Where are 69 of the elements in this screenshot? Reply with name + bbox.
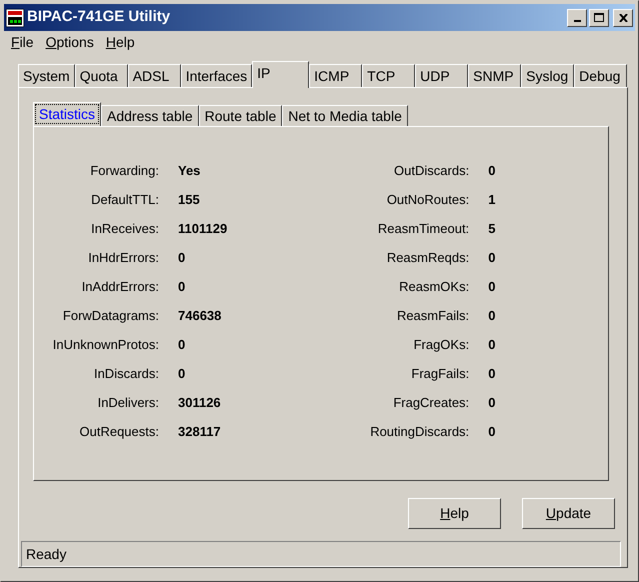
stat-value: 328117	[178, 423, 221, 442]
menu-item[interactable]: Help	[100, 32, 141, 52]
stat-label: InUnknownProtos:	[52, 336, 159, 354]
stat-label: ReasmFails:	[396, 307, 470, 326]
maximize-button[interactable]	[589, 8, 609, 26]
app-icon	[6, 8, 24, 26]
stat-label: InHdrErrors:	[87, 249, 159, 268]
stat-label: InDelivers:	[96, 394, 159, 412]
tab[interactable]: UDP	[415, 64, 468, 87]
stat-value: 0	[178, 278, 186, 296]
stat-label: FragOKs:	[412, 336, 470, 354]
tab[interactable]: Syslog	[521, 64, 574, 87]
stat-label: Forwarding:	[89, 162, 159, 180]
stat-value: 0	[178, 249, 186, 268]
stat-value: 0	[488, 423, 496, 442]
stat-value: 0	[488, 307, 496, 326]
stat-value: 0	[488, 278, 496, 296]
tab[interactable]: Debug	[574, 64, 628, 87]
tab[interactable]: System	[18, 64, 75, 87]
tab[interactable]: Statistics	[33, 102, 102, 126]
maximize-icon	[594, 13, 604, 22]
status-text: Ready	[26, 544, 66, 564]
stat-value: 0	[488, 249, 496, 268]
tab[interactable]: Quota	[74, 64, 128, 87]
minimize-icon	[574, 20, 580, 22]
close-icon	[618, 14, 628, 22]
stat-value: 0	[488, 336, 496, 354]
stat-label: OutDiscards:	[393, 162, 470, 180]
tab[interactable]: ADSL	[128, 64, 181, 87]
stat-value: 155	[178, 191, 200, 210]
stat-value: 301126	[178, 394, 221, 412]
stat-label: OutNoRoutes:	[386, 191, 470, 210]
stat-label: FragFails:	[410, 365, 470, 384]
action-button[interactable]: Update	[522, 498, 615, 529]
stat-value: 1101129	[178, 220, 228, 238]
stat-value: 0	[488, 394, 496, 412]
tab[interactable]: Route table	[198, 105, 282, 126]
tab[interactable]: ICMP	[309, 64, 362, 87]
stat-label: InDiscards:	[92, 365, 159, 384]
stat-label: InAddrErrors:	[80, 278, 159, 296]
stat-value: 5	[488, 220, 496, 238]
tab[interactable]: Address table	[101, 105, 199, 126]
stat-label: InReceives:	[90, 220, 159, 238]
stat-label: ReasmReqds:	[386, 249, 470, 268]
minimize-button[interactable]	[567, 8, 587, 26]
stat-label: DefaultTTL:	[90, 191, 159, 210]
stat-label: OutRequests:	[78, 423, 159, 442]
window-title: BIPAC-741GE Utility	[27, 7, 170, 28]
tab[interactable]: Net to Media table	[282, 105, 408, 126]
stat-value: 0	[178, 336, 186, 354]
stat-label: ReasmTimeout:	[376, 220, 470, 238]
stat-label: ForwDatagrams:	[62, 307, 159, 326]
tab[interactable]: TCP	[362, 64, 416, 87]
stat-value: 1	[488, 191, 496, 210]
stat-value: 746638	[178, 307, 222, 326]
stat-value: 0	[488, 365, 496, 384]
action-button[interactable]: Help	[408, 498, 501, 529]
menu-item[interactable]: Options	[40, 32, 100, 52]
stat-value: 0	[178, 365, 186, 384]
tab[interactable]: Interfaces	[180, 64, 252, 87]
stat-label: ReasmOKs:	[398, 278, 470, 296]
stat-value: Yes	[178, 162, 200, 180]
stat-label: RoutingDiscards:	[369, 423, 470, 442]
tab[interactable]: SNMP	[468, 64, 522, 87]
stat-label: FragCreates:	[392, 394, 470, 412]
close-button[interactable]	[613, 8, 633, 26]
stat-value: 0	[488, 162, 496, 180]
tab[interactable]: IP	[252, 61, 310, 88]
menu-item[interactable]: File	[5, 32, 40, 52]
